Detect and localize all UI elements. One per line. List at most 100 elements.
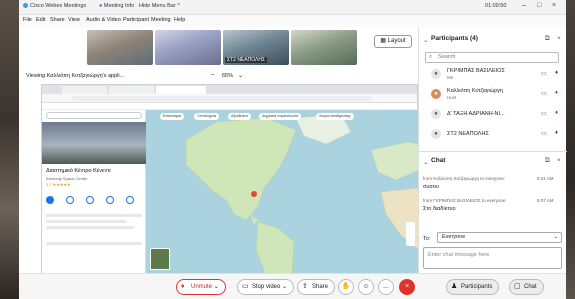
chat-recipient-select[interactable]: Everyone ⌄	[437, 232, 562, 243]
reactions-button[interactable]: ☺	[358, 279, 374, 295]
chat-message-input[interactable]: Enter chat message here	[423, 247, 562, 269]
video-tile[interactable]	[291, 30, 357, 65]
maximize-button[interactable]: □	[537, 2, 541, 9]
filter-chip[interactable]: Αξιοθέατα	[228, 113, 251, 120]
description-line	[46, 226, 134, 229]
participant-name: Δ' ΤΑΞΗ ΑΔΡΙΑΝΗ-ΝΙ...	[447, 111, 505, 117]
chat-title: Chat	[431, 157, 446, 164]
viewing-text: Viewing Καλλιόπη Κοτζαγιώργη's appli...	[26, 73, 125, 79]
video-tile[interactable]	[155, 30, 221, 65]
world-map[interactable]: Εστιατόρια Ξενοδοχεία Αξιοθέατα Δημόσια …	[146, 110, 419, 275]
participants-button[interactable]: ♟ Participants	[446, 279, 500, 295]
map-pin-icon[interactable]	[251, 191, 257, 197]
background-photo-right	[566, 0, 575, 299]
close-window-button[interactable]: ×	[552, 2, 556, 9]
menu-participant[interactable]: Participant	[123, 17, 149, 23]
browser-tab[interactable]	[62, 86, 107, 94]
app-title: Cisco Webex Meetings	[23, 3, 86, 9]
map-drawing	[185, 113, 419, 275]
raise-hand-button[interactable]: ✋	[338, 279, 354, 295]
participant-row[interactable]: ● ΓΚΡΙΜΠΑΣ ΒΑΣΙΛΕΙΟΣ Me ▭ ♦	[419, 65, 567, 85]
chevron-down-icon: ⌄	[553, 234, 558, 240]
participant-row[interactable]: ● ΣΤ2 ΝΕΑΠΟΛΗΣ ▭ ♦	[419, 125, 567, 145]
south-america-landmass	[255, 221, 295, 275]
participant-role: Me	[447, 75, 454, 80]
chat-bubble-icon: ▢	[514, 283, 521, 290]
layout-button[interactable]: ▦ Layout	[374, 35, 412, 48]
more-options-button[interactable]: ...	[378, 279, 394, 295]
menu-audio-video[interactable]: Audio & Video	[86, 17, 121, 23]
webex-window: Cisco Webex Meetings ● Meeting Info Hide…	[19, 0, 567, 299]
popout-icon[interactable]: ⧉	[545, 157, 550, 165]
shared-screen[interactable]: Διαστημικό Κέντρο Κένεντι Kennedy Space …	[41, 84, 419, 275]
zoom-controls[interactable]	[406, 222, 415, 246]
zoom-level: 65%	[222, 73, 234, 79]
participant-row[interactable]: ● Δ' ΤΑΞΗ ΑΔΡΙΑΝΗ-ΝΙ... ▭ ♦	[419, 105, 567, 125]
description-line	[46, 214, 142, 217]
menu-file[interactable]: File	[23, 17, 32, 23]
stop-video-button[interactable]: ▭ Stop video ⌄	[237, 279, 295, 295]
filter-chip[interactable]: Δημόσια συγκοινωνία	[259, 113, 302, 120]
chat-button[interactable]: ▢ Chat	[509, 279, 544, 295]
save-icon[interactable]	[66, 196, 74, 204]
video-tile[interactable]: ΣΤ2 ΝΕΑΠΟΛΗΣ	[223, 30, 289, 65]
microphone-muted-icon[interactable]: ♦	[555, 110, 558, 116]
collapse-chevron-icon[interactable]: ⌄	[423, 36, 428, 44]
url-field[interactable]	[72, 96, 372, 101]
panel-divider	[419, 151, 567, 152]
popout-icon[interactable]: ⧉	[545, 35, 550, 43]
close-panel-icon[interactable]: ×	[557, 35, 561, 42]
layers-button[interactable]	[150, 248, 170, 270]
menu-view[interactable]: View	[68, 17, 80, 23]
leave-meeting-button[interactable]: ×	[399, 279, 415, 295]
microphone-muted-icon: ♦	[181, 283, 185, 290]
share-place-icon[interactable]	[126, 196, 134, 204]
place-photo[interactable]	[42, 122, 146, 164]
chat-message-time: 9:37 AM	[537, 198, 554, 203]
video-camera-icon: ▭	[242, 283, 249, 290]
europe-landmass	[370, 141, 419, 181]
maps-search-box[interactable]	[46, 112, 142, 119]
close-panel-icon[interactable]: ×	[557, 157, 561, 164]
chevron-down-icon: ⌄	[213, 284, 219, 290]
place-rating: 4,7 ★★★★★	[46, 182, 71, 187]
participants-title: Participants (4)	[431, 35, 478, 42]
hand-icon: ✋	[341, 283, 351, 290]
video-tile[interactable]	[87, 30, 153, 65]
menu-edit[interactable]: Edit	[36, 17, 45, 23]
menu-help[interactable]: Help	[174, 17, 185, 23]
description-line	[46, 220, 126, 223]
participant-search-input[interactable]: ⌕ Search	[425, 52, 559, 63]
share-button[interactable]: ⇪ Share	[297, 279, 336, 295]
video-camera-icon[interactable]: ▭	[541, 90, 547, 97]
side-panel: ⌄ Participants (4) ⧉ × ⌕ Search ● ΓΚΡΙΜΠ…	[418, 27, 567, 273]
meeting-info-button[interactable]: ● Meeting Info	[99, 3, 134, 9]
microphone-muted-icon[interactable]: ♦	[555, 90, 558, 96]
browser-tab[interactable]	[109, 86, 154, 94]
participant-row[interactable]: ● Καλλιόπη Κοτζαγιώργη Host ▭ ♦	[419, 85, 567, 105]
unmute-button[interactable]: ♦ Unmute ⌄	[176, 279, 226, 295]
minimize-button[interactable]: –	[522, 2, 526, 9]
close-icon: ×	[404, 283, 410, 290]
video-camera-icon[interactable]: ▭	[541, 70, 547, 77]
zoom-dropdown-icon[interactable]: ⌄	[238, 72, 243, 79]
filter-chip[interactable]: Εστιατόρια	[160, 113, 185, 120]
zoom-out-button[interactable]: –	[211, 72, 214, 78]
collapse-chevron-icon[interactable]: ⌄	[423, 158, 428, 166]
video-camera-icon[interactable]: ▭	[541, 110, 547, 117]
phone-icon[interactable]	[106, 196, 114, 204]
microphone-icon[interactable]: ♦	[555, 130, 558, 136]
hide-menu-bar-button[interactable]: Hide Menu Bar ^	[139, 3, 180, 9]
video-camera-icon[interactable]: ▭	[541, 130, 547, 137]
info-icon: ●	[99, 3, 103, 9]
filter-chip[interactable]: Χώροι στάθμευσης	[316, 113, 355, 120]
chat-message-text: συσου	[423, 184, 439, 190]
directions-icon[interactable]	[46, 196, 54, 204]
chat-to-label: To:	[423, 236, 431, 242]
nearby-icon[interactable]	[86, 196, 94, 204]
menu-share[interactable]: Share	[50, 17, 65, 23]
menu-meeting[interactable]: Meeting	[151, 17, 171, 23]
filter-chip[interactable]: Ξενοδοχεία	[194, 113, 220, 120]
microphone-icon[interactable]: ♦	[555, 70, 558, 76]
browser-tab-active[interactable]	[156, 86, 206, 94]
